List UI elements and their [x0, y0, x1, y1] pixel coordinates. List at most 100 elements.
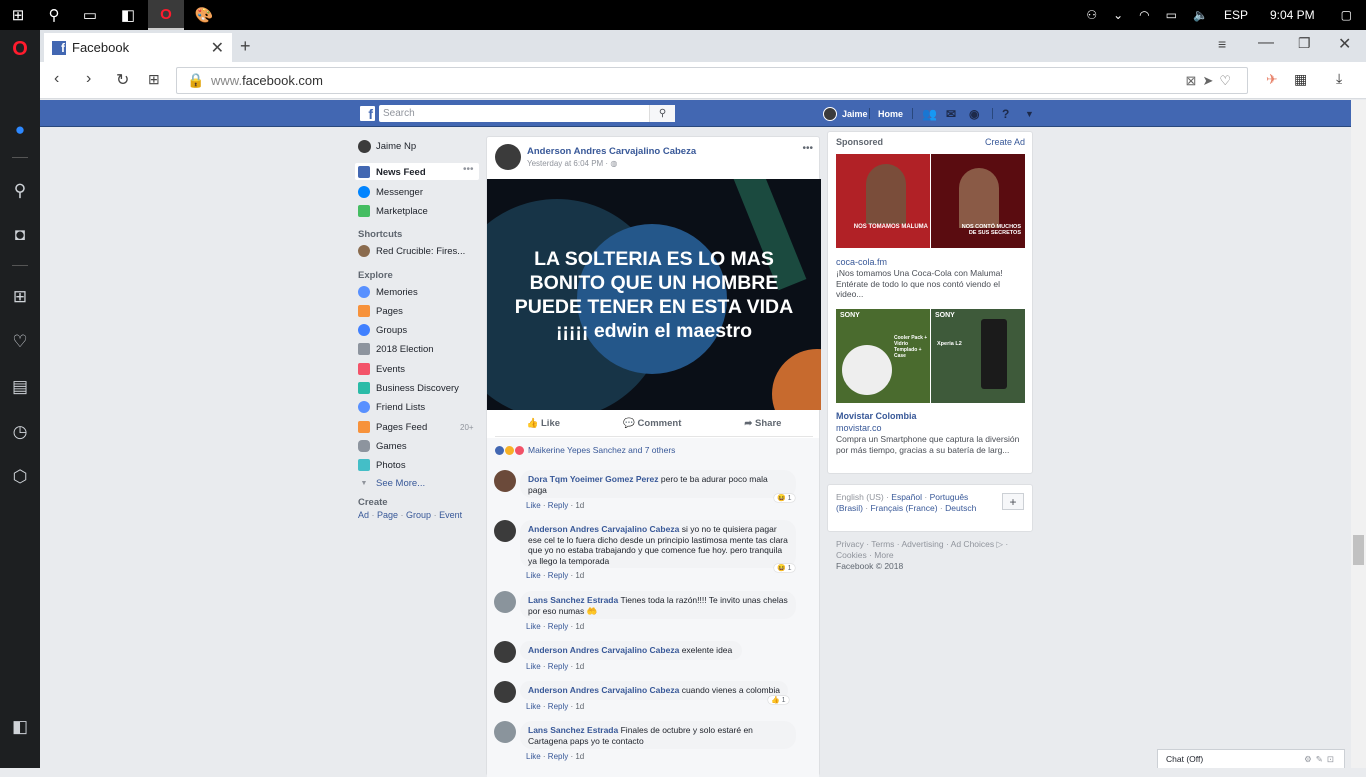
window-close-icon[interactable]: ✕ [1338, 34, 1351, 54]
snapshot-icon[interactable]: ▦ [1294, 71, 1307, 88]
create-group-link[interactable]: Group [406, 510, 431, 520]
notifications-icon[interactable]: ◉ [969, 100, 979, 127]
avatar[interactable] [495, 144, 521, 170]
comment-author[interactable]: Anderson Andres Carvajalino Cabeza [528, 685, 679, 695]
tab-menu-icon[interactable]: ≡ [1218, 36, 1226, 52]
ad-image[interactable]: SONY Cooler Pack + Vidrio Templado + Cas… [836, 309, 930, 403]
lock-icon[interactable]: 🔒 [187, 72, 204, 89]
footer-link[interactable]: Cookies [836, 550, 867, 560]
news-icon[interactable]: ▤ [0, 372, 40, 402]
create-event-link[interactable]: Event [439, 510, 462, 520]
footer-link[interactable]: Advertising [902, 539, 944, 549]
comment-author[interactable]: Lans Sanchez Estrada [528, 725, 618, 735]
comment-like-link[interactable]: Like [526, 501, 541, 510]
tab-facebook[interactable]: f Facebook ✕ [44, 33, 232, 62]
comment-reaction-badge[interactable]: 👍 1 [768, 696, 789, 704]
sidebar-toggle-icon[interactable]: ◧ [0, 712, 40, 742]
clock[interactable]: 9:04 PM [1270, 8, 1315, 22]
comment-reaction-badge[interactable]: 😆 1 [774, 494, 795, 502]
url-actions-icon[interactable]: ⊠➤♡ [1186, 73, 1237, 89]
sidebar-item-news-feed[interactable]: News Feed [358, 165, 426, 179]
comment-reply-link[interactable]: Reply [548, 571, 568, 580]
post-image[interactable]: LA SOLTERIA ES LO MAS BONITO QUE UN HOMB… [487, 179, 821, 410]
windows-start-icon[interactable]: ⊞ [0, 0, 36, 30]
chat-bar[interactable]: Chat (Off) ⚙✎⊡ [1157, 749, 1345, 768]
sidebar-item-pages[interactable]: Pages [358, 304, 403, 318]
task-view-icon[interactable]: ▭ [72, 0, 108, 30]
comment-reply-link[interactable]: Reply [548, 622, 568, 631]
chevron-up-icon[interactable]: ⌄ [1113, 8, 1123, 22]
minimize-icon[interactable]: — [1258, 34, 1274, 52]
people-icon[interactable]: ⚇ [1086, 8, 1097, 22]
history-icon[interactable]: ◷ [0, 417, 40, 447]
add-language-button[interactable]: + [1002, 493, 1024, 510]
comment-like-link[interactable]: Like [526, 752, 541, 761]
footer-link[interactable]: Terms [871, 539, 894, 549]
comment-reply-link[interactable]: Reply [548, 752, 568, 761]
avatar[interactable] [494, 641, 516, 663]
forward-icon[interactable]: › [86, 70, 91, 88]
footer-link[interactable]: Privacy [836, 539, 864, 549]
maximize-icon[interactable]: ❐ [1298, 35, 1311, 52]
see-more-link[interactable]: ▼ See More... [358, 476, 426, 490]
footer-link[interactable]: More [874, 550, 893, 560]
search-input[interactable]: Search ⚲ [379, 105, 675, 122]
opera-taskbar-icon[interactable]: O [148, 0, 184, 30]
avatar[interactable] [494, 681, 516, 703]
help-icon[interactable]: ? [1002, 100, 1009, 127]
ad-source-link[interactable]: movistar.co [836, 423, 882, 433]
comment-reply-link[interactable]: Reply [548, 702, 568, 711]
new-tab-icon[interactable]: + [240, 36, 251, 57]
post-options-icon[interactable]: ••• [802, 143, 813, 154]
comment-author[interactable]: Anderson Andres Carvajalino Cabeza [528, 524, 679, 534]
comment-reply-link[interactable]: Reply [548, 501, 568, 510]
url-field[interactable]: 🔒 www. facebook.com ⊠➤♡ [176, 67, 1248, 94]
camera-icon[interactable]: ◘ [0, 220, 40, 250]
profile-link[interactable]: Jaime [823, 100, 868, 127]
language-indicator[interactable]: ESP [1224, 8, 1248, 22]
wifi-icon[interactable]: ◠ [1139, 8, 1149, 22]
chat-options-icon[interactable]: ⚙✎⊡ [1304, 754, 1338, 765]
language-link[interactable]: Español [891, 492, 922, 502]
volume-icon[interactable]: 🔈 [1193, 8, 1208, 22]
download-icon[interactable]: ⤓ [1336, 70, 1342, 87]
sidebar-item-games[interactable]: Games [358, 439, 407, 453]
post-author[interactable]: Anderson Andres Carvajalino Cabeza [527, 146, 696, 157]
sidebar-item-shortcut[interactable]: Red Crucible: Fires... [358, 244, 465, 258]
sidebar-item-memories[interactable]: Memories [358, 285, 418, 299]
close-icon[interactable]: ✕ [211, 38, 224, 58]
search-icon[interactable]: ⚲ [36, 0, 72, 30]
sidebar-item-groups[interactable]: Groups [358, 323, 407, 337]
battery-icon[interactable]: ▭ [1166, 8, 1177, 22]
ad-image[interactable]: NOS TOMAMOS MALUMA [836, 154, 930, 248]
extensions-icon[interactable]: ⬡ [0, 462, 40, 492]
speed-dial-icon[interactable]: ⊞ [0, 282, 40, 312]
sidebar-item-business-discovery[interactable]: Business Discovery [358, 381, 459, 395]
back-icon[interactable]: ‹ [54, 70, 59, 88]
sidebar-item-messenger[interactable]: Messenger [358, 185, 423, 199]
paint-icon[interactable]: 🎨 [186, 0, 222, 30]
reactions-summary[interactable]: Maikerine Yepes Sanchez and 7 others [495, 445, 675, 455]
comment-author[interactable]: Lans Sanchez Estrada [528, 595, 618, 605]
more-options-icon[interactable]: ••• [463, 164, 474, 175]
left-nav-profile[interactable]: Jaime Np [358, 139, 416, 153]
language-link[interactable]: Deutsch [945, 503, 976, 513]
comment-author[interactable]: Dora Tqm Yoeimer Gomez Perez [528, 474, 659, 484]
opera-menu-icon[interactable]: O [0, 34, 40, 64]
ad-title[interactable]: Movistar Colombia [836, 411, 917, 421]
sidebar-item-marketplace[interactable]: Marketplace [358, 204, 428, 218]
avatar[interactable] [494, 520, 516, 542]
footer-link[interactable]: Ad Choices [951, 539, 994, 549]
comment-reaction-badge[interactable]: 😆 1 [774, 564, 795, 572]
share-button[interactable]: ➦ Share [744, 418, 781, 429]
comment-like-link[interactable]: Like [526, 662, 541, 671]
avatar[interactable] [494, 470, 516, 492]
comment-reply-link[interactable]: Reply [548, 662, 568, 671]
friend-requests-icon[interactable]: 👥 [922, 100, 937, 127]
ad-image[interactable]: NOS CONTÓ MUCHOS DE SUS SECRETOS [931, 154, 1025, 248]
comment-button[interactable]: 💬 Comment [623, 418, 681, 429]
sidebar-item-events[interactable]: Events [358, 362, 405, 376]
create-page-link[interactable]: Page [377, 510, 398, 520]
reload-icon[interactable]: ↻ [116, 70, 129, 90]
comment-like-link[interactable]: Like [526, 622, 541, 631]
